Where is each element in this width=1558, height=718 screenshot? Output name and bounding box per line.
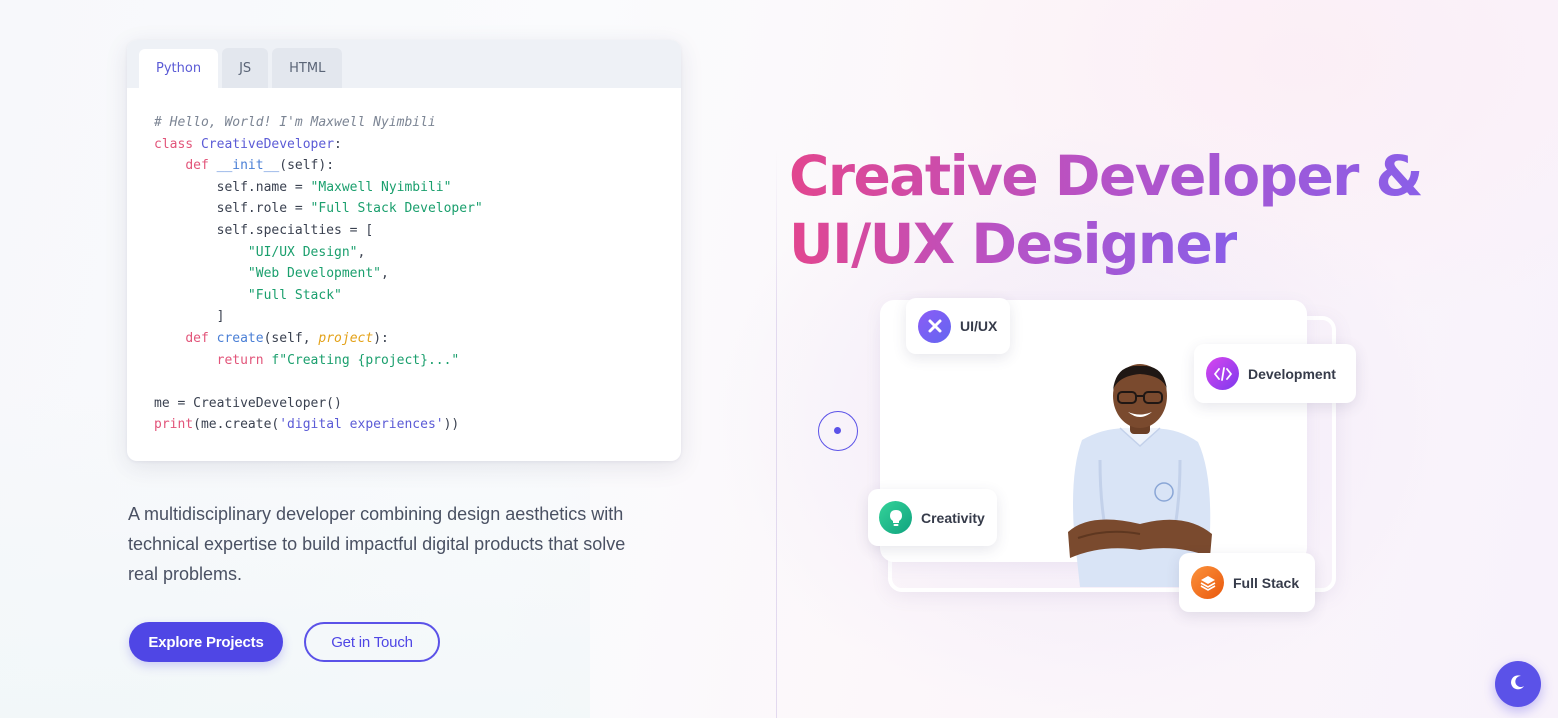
vertical-divider	[776, 150, 777, 718]
layers-icon	[1191, 566, 1224, 599]
tab-html[interactable]: HTML	[272, 48, 343, 88]
skill-chip-label: Full Stack	[1233, 574, 1300, 591]
skill-chip-fullstack: Full Stack	[1179, 553, 1315, 612]
skill-chip-label: Development	[1248, 365, 1336, 382]
intro-text: A multidisciplinary developer combining …	[128, 504, 626, 584]
tab-js[interactable]: JS	[222, 48, 269, 88]
code-block: # Hello, World! I'm Maxwell Nyimbili cla…	[154, 115, 483, 433]
code-icon	[1206, 357, 1239, 390]
skill-chip-uiux: UI/UX	[906, 298, 1010, 354]
skill-chip-label: UI/UX	[960, 318, 998, 334]
skill-chip-development: Development	[1194, 344, 1356, 403]
skill-chip-label: Creativity	[921, 509, 985, 526]
theme-toggle-button[interactable]	[1495, 661, 1541, 707]
tab-python[interactable]: Python	[139, 49, 219, 88]
code-card: Python JS HTML # Hello, World! I'm Maxwe…	[127, 40, 681, 461]
explore-projects-button[interactable]: Explore Projects	[129, 622, 283, 662]
carousel-indicator[interactable]	[818, 411, 858, 451]
moon-icon	[1510, 674, 1526, 695]
headline-line-1: Creative Developer &	[789, 144, 1424, 208]
get-in-touch-button[interactable]: Get in Touch	[304, 622, 440, 662]
code-tabs: Python JS HTML	[127, 40, 681, 88]
page-title: Creative Developer & UI/UX Designer	[789, 142, 1429, 278]
headline-line-2: UI/UX Designer	[789, 212, 1238, 276]
skill-chip-creativity: Creativity	[868, 489, 997, 546]
figma-x-icon	[918, 309, 951, 343]
lightbulb-icon	[879, 501, 912, 534]
